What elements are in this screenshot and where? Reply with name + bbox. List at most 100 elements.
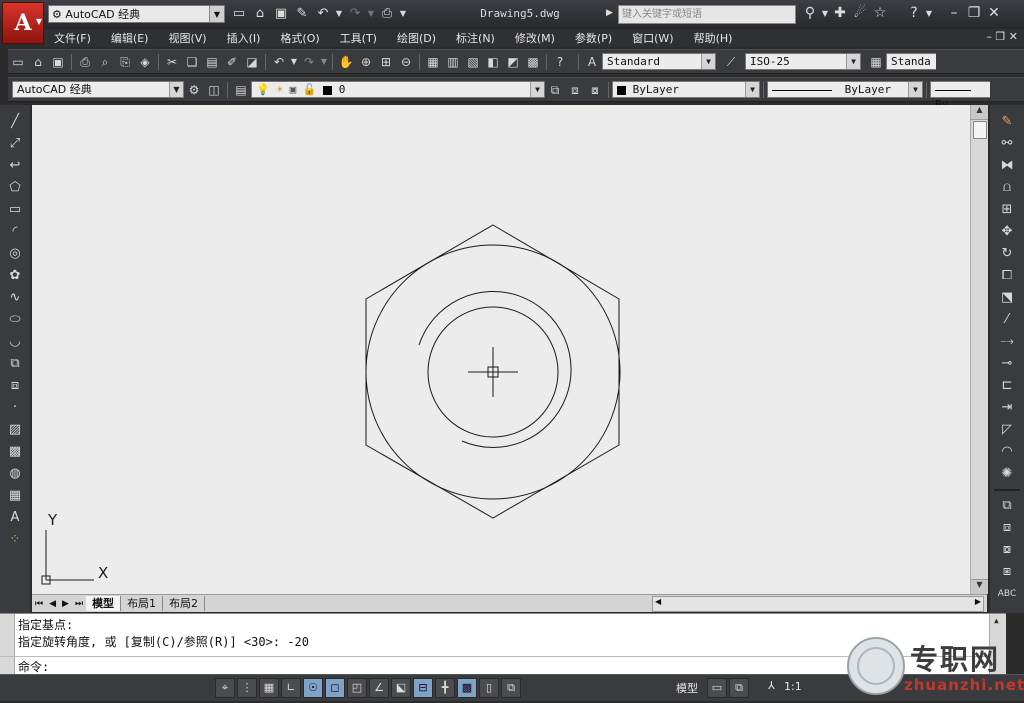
chamfer-icon[interactable]: ◸ (997, 420, 1017, 440)
paste-icon[interactable]: ▤ (203, 53, 221, 71)
gradient-icon[interactable]: ▩ (5, 442, 25, 462)
lineweight-select[interactable]: By (930, 81, 990, 111)
save-icon[interactable]: ▣ (49, 53, 67, 71)
chevron-down-icon[interactable]: ▼ (335, 5, 343, 23)
table-style-select[interactable]: Standa (886, 53, 936, 70)
model-space-label[interactable]: 模型 (676, 680, 698, 696)
scroll-up-arrow[interactable]: ▲ (971, 105, 988, 120)
satellite-icon[interactable]: ☄ (850, 5, 870, 21)
minimize-icon[interactable]: – (944, 5, 964, 21)
3d-dwf-icon[interactable]: ◈ (136, 53, 154, 71)
annotation-scale-icon[interactable]: ⅄ (768, 679, 775, 692)
help-icon[interactable]: ? (551, 53, 569, 71)
print-icon[interactable]: ⎙ (76, 53, 94, 71)
ellipse-icon[interactable]: ⬭ (5, 310, 25, 330)
restore-icon[interactable]: ❐ (964, 5, 984, 21)
ellipse-arc-icon[interactable]: ◡ (5, 332, 25, 352)
match-properties-icon[interactable]: ✐ (223, 53, 241, 71)
menu-item-format[interactable]: 格式(O) (280, 30, 319, 46)
circle-icon[interactable]: ◎ (5, 244, 25, 264)
new-file-icon[interactable]: ▭ (230, 5, 248, 23)
3d-object-snap-icon[interactable]: ◰ (347, 678, 367, 698)
menu-item-help[interactable]: 帮助(H) (694, 30, 733, 46)
trim-icon[interactable]: ⁄ (997, 310, 1017, 330)
layer-previous-icon[interactable]: ⧈ (566, 81, 584, 99)
fillet-icon[interactable]: ◠ (997, 442, 1017, 462)
chevron-down-icon[interactable]: ▼ (209, 6, 224, 22)
annotation-scale-value[interactable]: 1:1 (784, 680, 802, 693)
print-icon[interactable]: ⎙ (378, 5, 396, 23)
chevron-down-icon[interactable]: ▼ (530, 82, 544, 97)
dynamic-input-icon[interactable]: ⊟ (413, 678, 433, 698)
zoom-realtime-icon[interactable]: ⊕ (357, 53, 375, 71)
add-selected-icon[interactable]: ⁘ (5, 530, 25, 550)
menu-item-draw[interactable]: 绘图(D) (397, 30, 436, 46)
insert-block-icon[interactable]: ⧉ (5, 354, 25, 374)
open-folder-icon[interactable]: ⌂ (29, 53, 47, 71)
text-style-icon[interactable]: A (583, 53, 601, 71)
hatch-icon[interactable]: ▨ (5, 420, 25, 440)
join-icon[interactable]: ⇥ (997, 398, 1017, 418)
wrench-icon[interactable]: ✚ (830, 5, 850, 21)
snap-mode-icon[interactable]: ⋮ (237, 678, 257, 698)
multiline-text-icon[interactable]: A (5, 508, 25, 528)
zoom-window-icon[interactable]: ⊞ (377, 53, 395, 71)
gear-icon[interactable]: ⚙ (185, 81, 203, 99)
publish-icon[interactable]: ⎘ (116, 53, 134, 71)
point-icon[interactable]: · (5, 398, 25, 418)
erase-icon[interactable]: ✎ (997, 112, 1017, 132)
chevron-down-icon[interactable]: ▼ (169, 82, 183, 97)
redo-icon[interactable]: ↷ (300, 53, 318, 71)
break-at-point-icon[interactable]: ⊸ (997, 354, 1017, 374)
explode-icon[interactable]: ✺ (997, 464, 1017, 484)
workspace-select[interactable]: ⚙ AutoCAD 经典 ▼ (48, 5, 225, 23)
horizontal-scrollbar[interactable]: ◀ ▶ (652, 596, 984, 612)
vertical-scrollbar[interactable]: ▲ ▼ (970, 105, 988, 594)
chevron-down-icon[interactable]: ▼ (320, 53, 328, 71)
properties-icon[interactable]: ▦ (424, 53, 442, 71)
tab-nav-first-icon[interactable]: ⏮ (32, 599, 46, 609)
tool-palettes-icon[interactable]: ▧ (464, 53, 482, 71)
layer-states-icon[interactable]: ⧇ (586, 81, 604, 99)
draw-order-under-icon[interactable]: ⧆ (997, 562, 1017, 582)
workspace-save-icon[interactable]: ◫ (205, 81, 223, 99)
move-icon[interactable]: ✥ (997, 222, 1017, 242)
chevron-down-icon[interactable]: ▼ (820, 9, 830, 18)
object-snap-tracking-icon[interactable]: ∠ (369, 678, 389, 698)
calculator-icon[interactable]: ▩ (524, 53, 542, 71)
quick-view-drawings-icon[interactable]: ⧉ (729, 678, 749, 698)
polyline-icon[interactable]: ↩ (5, 156, 25, 176)
design-center-icon[interactable]: ▥ (444, 53, 462, 71)
polygon-icon[interactable]: ⬠ (5, 178, 25, 198)
grid-display-icon[interactable]: ▦ (259, 678, 279, 698)
zoom-previous-icon[interactable]: ⊖ (397, 53, 415, 71)
drawing-canvas[interactable]: Y X (32, 105, 970, 594)
dim-style-icon[interactable]: ⟋ (722, 53, 740, 71)
draw-order-back-icon[interactable]: ⧈ (997, 518, 1017, 538)
undo-icon[interactable]: ↶ (314, 5, 332, 23)
tab-nav-next-icon[interactable]: ▶ (59, 599, 72, 609)
scroll-thumb[interactable] (973, 121, 987, 139)
text-front-icon[interactable]: ABC (997, 584, 1017, 604)
linetype-select[interactable]: ByLayer ▼ (767, 81, 923, 98)
layer-manager-icon[interactable]: ▤ (232, 81, 250, 99)
menu-item-parametric[interactable]: 参数(P) (575, 30, 612, 46)
chevron-down-icon[interactable]: ▼ (846, 54, 860, 69)
workspace-toolbar-select[interactable]: AutoCAD 经典 ▼ (12, 81, 184, 98)
chevron-down-icon[interactable]: ▼ (399, 5, 407, 23)
scroll-left-arrow[interactable]: ◀ (655, 597, 661, 606)
save-icon[interactable]: ▣ (272, 5, 290, 23)
scale-icon[interactable]: ⧠ (997, 266, 1017, 286)
extend-icon[interactable]: ⤍ (997, 332, 1017, 352)
chevron-down-icon[interactable]: ▼ (367, 5, 375, 23)
search-expand-icon[interactable]: ▶ (606, 8, 613, 18)
revision-cloud-icon[interactable]: ✿ (5, 266, 25, 286)
line-icon[interactable]: ╱ (5, 112, 25, 132)
offset-icon[interactable]: ⩍ (997, 178, 1017, 198)
open-folder-icon[interactable]: ⌂ (251, 5, 269, 23)
menu-item-file[interactable]: 文件(F) (54, 30, 91, 46)
table-icon[interactable]: ▦ (5, 486, 25, 506)
close-icon[interactable]: ✕ (984, 5, 1004, 21)
menu-item-edit[interactable]: 编辑(E) (111, 30, 149, 46)
object-snap-icon[interactable]: ◻ (325, 678, 345, 698)
